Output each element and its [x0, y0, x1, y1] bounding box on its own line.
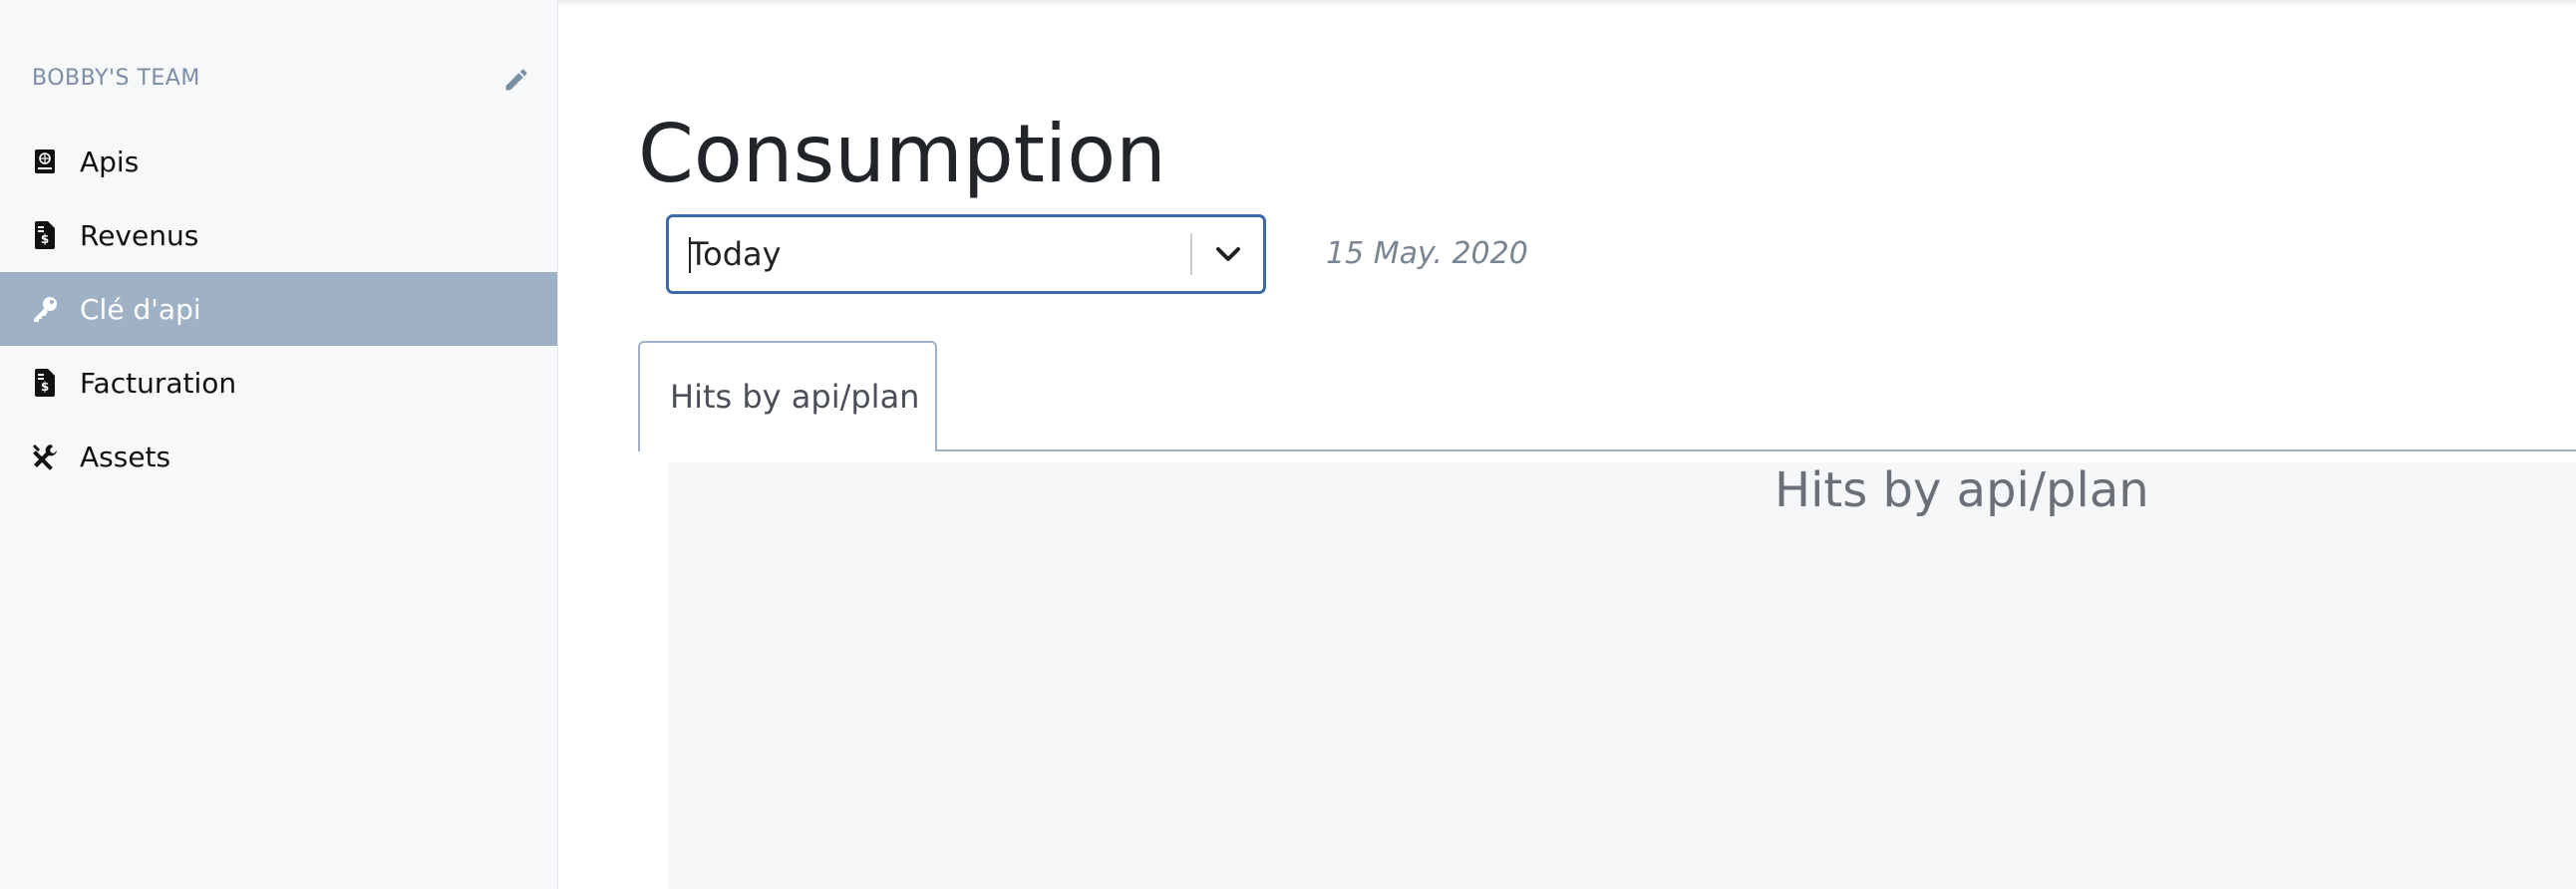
sidebar-item-apis[interactable]: Apis [0, 125, 557, 198]
sidebar-nav: Apis $ Revenus Clé d'api $ Facturation A… [0, 125, 557, 493]
app-root: BOBBY'S TEAM Apis $ Revenus Clé d'api $ … [0, 0, 2576, 889]
top-shadow [558, 0, 2576, 6]
book-icon [30, 147, 60, 176]
sidebar-item-label: Apis [80, 145, 140, 178]
team-name: BOBBY'S TEAM [32, 66, 200, 91]
invoice-dollar-icon: $ [30, 368, 60, 398]
sidebar-item-label: Facturation [80, 366, 237, 400]
invoice-dollar-icon: $ [30, 220, 60, 250]
chevron-down-icon[interactable] [1207, 233, 1249, 275]
sidebar: BOBBY'S TEAM Apis $ Revenus Clé d'api $ … [0, 0, 558, 889]
period-select-value: Today [689, 235, 782, 273]
key-icon [30, 294, 60, 324]
tools-icon [30, 442, 60, 471]
sidebar-item-facturation[interactable]: $ Facturation [0, 346, 557, 420]
chart-title: Hits by api/plan [1774, 462, 2149, 518]
date-label: 15 May. 2020 [1326, 236, 1528, 271]
sidebar-item-cle-api[interactable]: Clé d'api [0, 272, 557, 346]
page-title: Consumption [638, 108, 1166, 200]
tab-label: Hits by api/plan [670, 378, 920, 416]
sidebar-item-label: Clé d'api [80, 292, 201, 326]
sidebar-item-assets[interactable]: Assets [0, 420, 557, 493]
select-separator [1190, 233, 1192, 275]
tab-hits-by-api-plan[interactable]: Hits by api/plan [638, 341, 937, 451]
svg-text:$: $ [41, 380, 49, 394]
pencil-icon[interactable] [502, 66, 530, 94]
team-header: BOBBY'S TEAM [32, 64, 530, 94]
chart-panel: Hits by api/plan [668, 462, 2576, 889]
svg-text:$: $ [41, 232, 49, 246]
sidebar-item-label: Assets [80, 440, 171, 473]
sidebar-item-revenus[interactable]: $ Revenus [0, 198, 557, 272]
sidebar-item-label: Revenus [80, 218, 199, 252]
period-select[interactable]: Today [666, 214, 1266, 294]
